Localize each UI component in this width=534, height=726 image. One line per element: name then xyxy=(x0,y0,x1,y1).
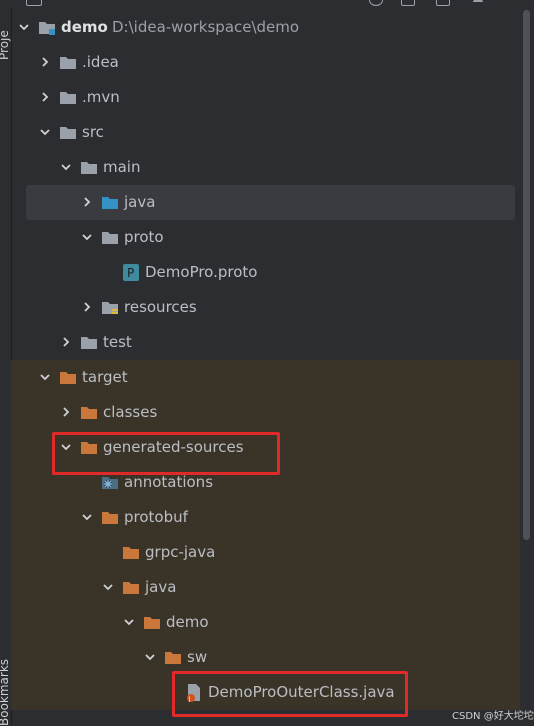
excluded-folder-icon xyxy=(164,650,182,665)
tree-node-resources[interactable]: resources xyxy=(11,290,520,325)
folder-icon xyxy=(59,125,77,140)
tree-node-label: demo xyxy=(61,18,108,36)
highlight-generated-sources xyxy=(52,432,280,475)
vertical-scrollbar[interactable] xyxy=(520,0,534,726)
excluded-folder-icon xyxy=(101,510,119,525)
tree-node-java2[interactable]: java xyxy=(11,570,520,605)
tree-node-classes[interactable]: classes xyxy=(11,395,520,430)
tree-node-mvn[interactable]: .mvn xyxy=(11,80,520,115)
tree-node-label: classes xyxy=(103,403,158,421)
tree-node-label: resources xyxy=(124,298,197,316)
collapse-all-icon[interactable] xyxy=(436,0,450,6)
folder-icon xyxy=(59,90,77,105)
tree-node-test[interactable]: test xyxy=(11,325,520,360)
chevron-down-icon[interactable] xyxy=(144,651,156,663)
project-view-icon[interactable] xyxy=(26,0,42,6)
bookmarks-tool-window-tab[interactable]: Bookmarks xyxy=(0,640,11,726)
generated-source-folder-icon xyxy=(101,475,119,490)
excluded-folder-icon xyxy=(122,545,140,560)
chevron-right-icon[interactable] xyxy=(39,91,51,103)
tree-node-label: target xyxy=(82,368,128,386)
tree-node-grpcjava[interactable]: grpc-java xyxy=(11,535,520,570)
module-folder-icon xyxy=(38,20,56,35)
tree-node-label: test xyxy=(103,333,132,351)
tree-node-java[interactable]: java xyxy=(11,185,520,220)
locate-icon[interactable] xyxy=(369,0,383,6)
tree-node-demo2[interactable]: demo xyxy=(11,605,520,640)
tree-node-label: .mvn xyxy=(82,88,120,106)
project-tree: demo D:\idea-workspace\demo .idea .mvn src ma… xyxy=(11,10,520,726)
chevron-down-icon[interactable] xyxy=(81,231,93,243)
tree-node-label: demo xyxy=(166,613,209,631)
tree-node-label: src xyxy=(82,123,104,141)
tree-node-proto[interactable]: proto xyxy=(11,220,520,255)
tree-node-idea[interactable]: .idea xyxy=(11,45,520,80)
tree-node-demopro[interactable]: P DemoPro.proto xyxy=(11,255,520,290)
chevron-down-icon[interactable] xyxy=(60,161,72,173)
tree-node-target[interactable]: target xyxy=(11,360,520,395)
scrollbar-thumb[interactable] xyxy=(523,10,530,540)
excluded-folder-icon xyxy=(122,580,140,595)
tree-node-label: proto xyxy=(124,228,164,246)
excluded-folder-icon xyxy=(59,370,77,385)
chevron-right-icon[interactable] xyxy=(81,301,93,313)
svg-text:P: P xyxy=(127,266,134,280)
excluded-folder-icon xyxy=(143,615,161,630)
tree-node-label: grpc-java xyxy=(145,543,216,561)
project-toolbar xyxy=(11,0,520,7)
chevron-down-icon[interactable] xyxy=(81,511,93,523)
tree-node-sw[interactable]: sw xyxy=(11,640,520,675)
tree-node-src[interactable]: src xyxy=(11,115,520,150)
chevron-right-icon[interactable] xyxy=(39,56,51,68)
source-root-folder-icon xyxy=(101,195,119,210)
tree-node-label: annotations xyxy=(124,473,214,491)
folder-icon xyxy=(80,335,98,350)
chevron-down-icon[interactable] xyxy=(18,21,30,33)
resources-folder-icon xyxy=(101,300,119,315)
folder-icon xyxy=(101,230,119,245)
tree-node-label: main xyxy=(103,158,141,176)
chevron-right-icon[interactable] xyxy=(60,336,72,348)
highlight-outer-class xyxy=(172,671,408,717)
chevron-right-icon[interactable] xyxy=(81,196,93,208)
tree-node-demo[interactable]: demo D:\idea-workspace\demo xyxy=(11,10,520,45)
tree-node-main[interactable]: main xyxy=(11,150,520,185)
chevron-right-icon[interactable] xyxy=(60,406,72,418)
tree-node-label: java xyxy=(145,578,177,596)
chevron-down-icon[interactable] xyxy=(39,371,51,383)
folder-icon xyxy=(80,160,98,175)
module-path: D:\idea-workspace\demo xyxy=(112,18,300,36)
watermark: CSDN @好大坨坨 xyxy=(452,711,534,722)
tree-node-protobuf[interactable]: protobuf xyxy=(11,500,520,535)
tree-node-label: protobuf xyxy=(124,508,188,526)
chevron-down-icon[interactable] xyxy=(123,616,135,628)
excluded-folder-icon xyxy=(80,405,98,420)
project-tool-window-tab[interactable]: Proje xyxy=(0,0,11,60)
tree-node-label: DemoPro.proto xyxy=(145,263,258,281)
tree-node-label: java xyxy=(124,193,156,211)
expand-all-icon[interactable] xyxy=(401,0,415,6)
proto-file-icon: P xyxy=(122,264,140,281)
chevron-down-icon[interactable] xyxy=(39,126,51,138)
chevron-down-icon[interactable] xyxy=(102,581,114,593)
folder-icon xyxy=(59,55,77,70)
tree-node-label: .idea xyxy=(82,53,119,71)
tree-node-label: sw xyxy=(187,648,208,666)
